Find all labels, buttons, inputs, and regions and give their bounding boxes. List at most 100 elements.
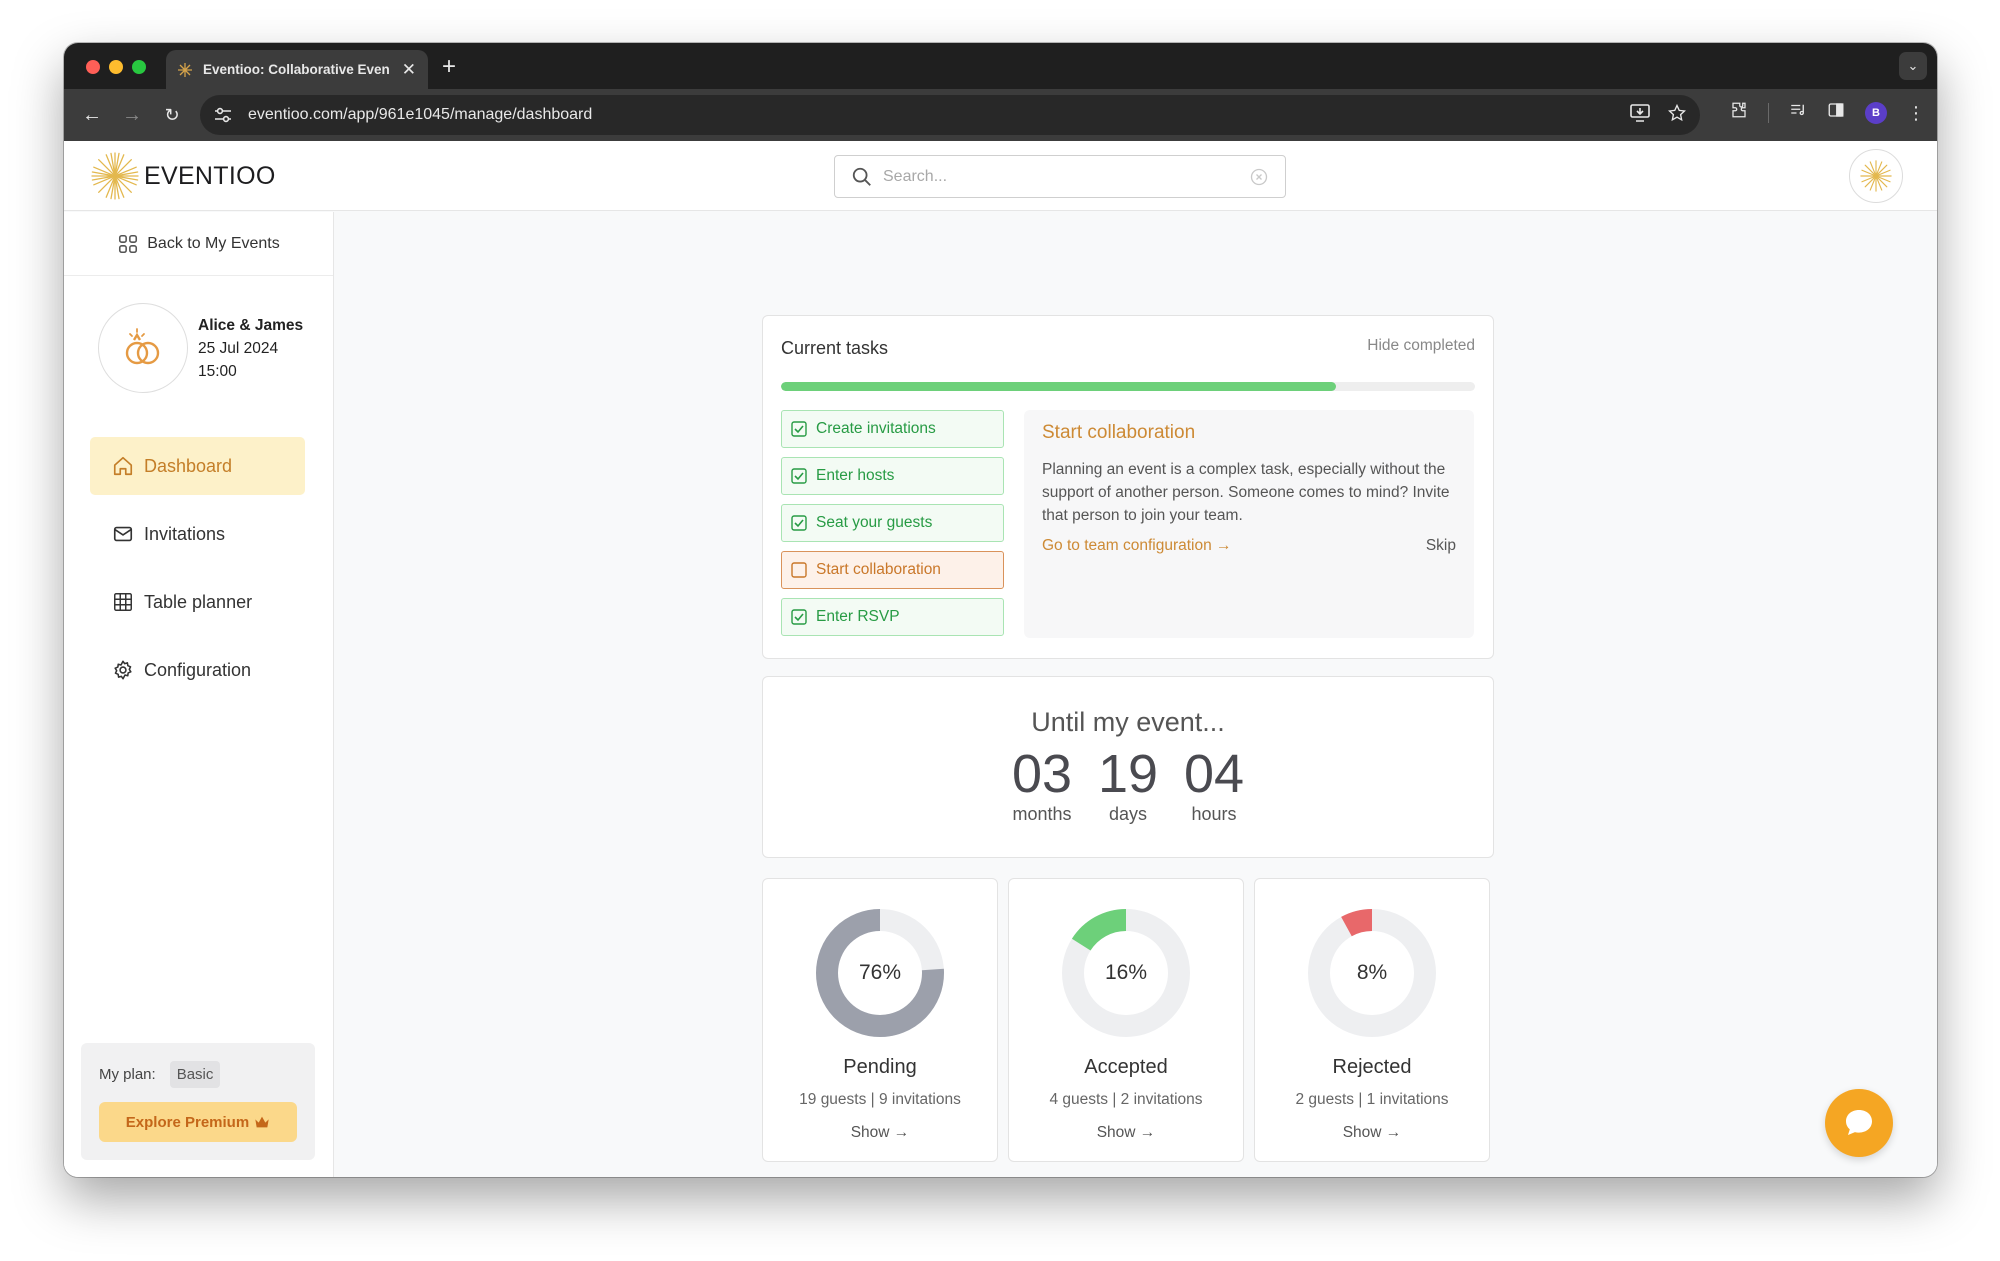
grid-icon bbox=[114, 593, 132, 611]
explore-premium-label: Explore Premium bbox=[125, 1113, 250, 1131]
plan-badge: Basic bbox=[169, 1061, 221, 1088]
sidebar-item-label: Configuration bbox=[144, 659, 252, 680]
task-detail-panel: Start collaboration Planning an event is… bbox=[1024, 410, 1474, 638]
sidebar-item-configuration[interactable]: Configuration bbox=[90, 641, 305, 699]
minimize-window-button[interactable] bbox=[109, 60, 123, 74]
logo[interactable]: EVENTIOO bbox=[90, 151, 276, 201]
side-panel-icon[interactable] bbox=[1827, 101, 1845, 124]
sunburst-logo-icon bbox=[91, 152, 139, 200]
countdown-title: Until my event... bbox=[1031, 707, 1225, 737]
sidebar-item-label: Table planner bbox=[144, 591, 253, 612]
app: EVENTIOO Search... Back to My Events Ali… bbox=[64, 141, 1937, 1177]
tab-title: Eventioo: Collaborative Even bbox=[203, 62, 390, 77]
accepted-percent: 16% bbox=[1104, 961, 1148, 984]
sunburst-avatar-icon bbox=[1860, 160, 1892, 192]
gear-icon bbox=[114, 660, 132, 680]
task-enter-hosts[interactable]: Enter hosts bbox=[781, 457, 1004, 495]
chat-button[interactable] bbox=[1825, 1089, 1893, 1157]
event-date: 25 Jul 2024 bbox=[198, 339, 279, 357]
user-avatar[interactable] bbox=[1849, 149, 1903, 203]
task-create-invitations[interactable]: Create invitations bbox=[781, 410, 1004, 448]
url-text: eventioo.com/app/961e1045/manage/dashboa… bbox=[248, 106, 593, 123]
browser-toolbar: ← → ↻ eventioo.com/app/961e1045/manage/d… bbox=[64, 89, 1937, 141]
checkbox-checked-icon bbox=[791, 468, 807, 484]
sunburst-favicon-icon bbox=[176, 61, 194, 79]
task-enter-rsvp[interactable]: Enter RSVP bbox=[781, 598, 1004, 636]
event-avatar bbox=[98, 303, 188, 393]
profile-avatar[interactable]: B bbox=[1865, 101, 1887, 124]
pending-label: Pending bbox=[843, 1056, 917, 1078]
sidebar-nav: Dashboard Invitations Table planner Conf… bbox=[64, 437, 333, 699]
task-detail-text: Planning an event is a complex task, esp… bbox=[1042, 461, 1450, 524]
task-label: Seat your guests bbox=[816, 514, 933, 531]
sidebar-item-table-planner[interactable]: Table planner bbox=[90, 573, 305, 631]
tab-bar: Eventioo: Collaborative Even ✕ + ⌄ bbox=[64, 43, 1937, 89]
maximize-window-button[interactable] bbox=[132, 60, 146, 74]
close-tab-icon[interactable]: ✕ bbox=[402, 60, 416, 80]
hide-completed-link[interactable]: Hide completed bbox=[1367, 337, 1475, 355]
tasks-title: Current tasks bbox=[781, 338, 889, 358]
skip-button[interactable]: Skip bbox=[1426, 537, 1456, 555]
checkbox-empty-icon bbox=[791, 562, 807, 578]
forward-arrow-icon[interactable]: → bbox=[118, 101, 146, 129]
extensions-icon[interactable] bbox=[1730, 101, 1748, 124]
task-start-collaboration[interactable]: Start collaboration bbox=[781, 551, 1004, 589]
task-label: Enter RSVP bbox=[816, 608, 900, 625]
sidebar-item-dashboard[interactable]: Dashboard bbox=[90, 437, 305, 495]
rejected-donut: 8% bbox=[1308, 909, 1436, 1037]
browser-tab[interactable]: Eventioo: Collaborative Even ✕ bbox=[166, 50, 428, 89]
logo-text: EVENTIOO bbox=[144, 161, 276, 190]
pending-show-link[interactable]: Show → bbox=[763, 1124, 997, 1142]
site-settings-icon[interactable] bbox=[214, 107, 236, 123]
checkbox-checked-icon bbox=[791, 421, 807, 437]
close-window-button[interactable] bbox=[86, 60, 100, 74]
clear-search-icon[interactable] bbox=[1249, 167, 1269, 187]
rejected-show-link[interactable]: Show → bbox=[1255, 1124, 1489, 1142]
back-to-events-link[interactable]: Back to My Events bbox=[64, 212, 333, 276]
reload-icon[interactable]: ↻ bbox=[158, 101, 186, 129]
rejected-percent: 8% bbox=[1356, 961, 1388, 984]
team-configuration-link[interactable]: Go to team configuration → bbox=[1042, 537, 1232, 555]
sidebar: Back to My Events Alice & James 25 Jul 2… bbox=[64, 212, 334, 1177]
accepted-label: Accepted bbox=[1084, 1056, 1168, 1078]
rejected-label: Rejected bbox=[1332, 1056, 1412, 1078]
accepted-show-link[interactable]: Show → bbox=[1009, 1124, 1243, 1142]
accepted-donut: 16% bbox=[1062, 909, 1190, 1037]
plan-label: My plan: bbox=[99, 1066, 156, 1083]
sidebar-item-label: Dashboard bbox=[144, 455, 233, 476]
sidebar-item-invitations[interactable]: Invitations bbox=[90, 505, 305, 563]
search-icon bbox=[852, 167, 871, 186]
tab-search-icon[interactable]: ⌄ bbox=[1899, 52, 1927, 80]
crown-icon bbox=[255, 1116, 269, 1128]
address-bar[interactable]: eventioo.com/app/961e1045/manage/dashboa… bbox=[200, 95, 1700, 135]
install-app-icon[interactable] bbox=[1630, 104, 1650, 127]
task-seat-guests[interactable]: Seat your guests bbox=[781, 504, 1004, 542]
new-tab-button[interactable]: + bbox=[442, 53, 456, 81]
event-summary: Alice & James 25 Jul 2024 15:00 bbox=[64, 276, 333, 393]
app-header: EVENTIOO bbox=[64, 141, 1937, 211]
back-to-events-label: Back to My Events bbox=[147, 234, 280, 252]
wedding-rings-icon bbox=[125, 328, 160, 365]
stat-card-pending: 76% Pending 19 guests | 9 invitations Sh… bbox=[762, 878, 998, 1162]
chat-bubble-icon bbox=[1846, 1110, 1872, 1135]
search-box[interactable] bbox=[834, 155, 1286, 198]
search-input[interactable] bbox=[883, 167, 1249, 186]
browser-menu-icon[interactable]: ⋮ bbox=[1907, 104, 1925, 122]
home-icon bbox=[113, 456, 133, 476]
countdown-hours-label: hours bbox=[1191, 804, 1237, 824]
explore-premium-button[interactable]: Explore Premium bbox=[99, 1102, 297, 1142]
task-label: Start collaboration bbox=[816, 561, 941, 578]
toolbar-divider bbox=[1768, 102, 1769, 123]
bookmark-star-icon[interactable] bbox=[1667, 103, 1687, 127]
event-time: 15:00 bbox=[198, 362, 237, 380]
stat-card-accepted: 16% Accepted 4 guests | 2 invitations Sh… bbox=[1008, 878, 1244, 1162]
task-list: Create invitations Enter hosts Seat your… bbox=[781, 410, 1004, 645]
pending-donut: 76% bbox=[816, 909, 944, 1037]
sidebar-item-label: Invitations bbox=[144, 523, 226, 544]
countdown-days-value: 19 bbox=[1097, 744, 1159, 804]
back-arrow-icon[interactable]: ← bbox=[78, 101, 106, 129]
countdown-card: Until my event... 03 months 19 days 04 h… bbox=[762, 676, 1494, 858]
reading-list-icon[interactable] bbox=[1789, 101, 1807, 124]
task-detail-title: Start collaboration bbox=[1042, 422, 1196, 443]
pending-summary: 19 guests | 9 invitations bbox=[799, 1091, 961, 1108]
